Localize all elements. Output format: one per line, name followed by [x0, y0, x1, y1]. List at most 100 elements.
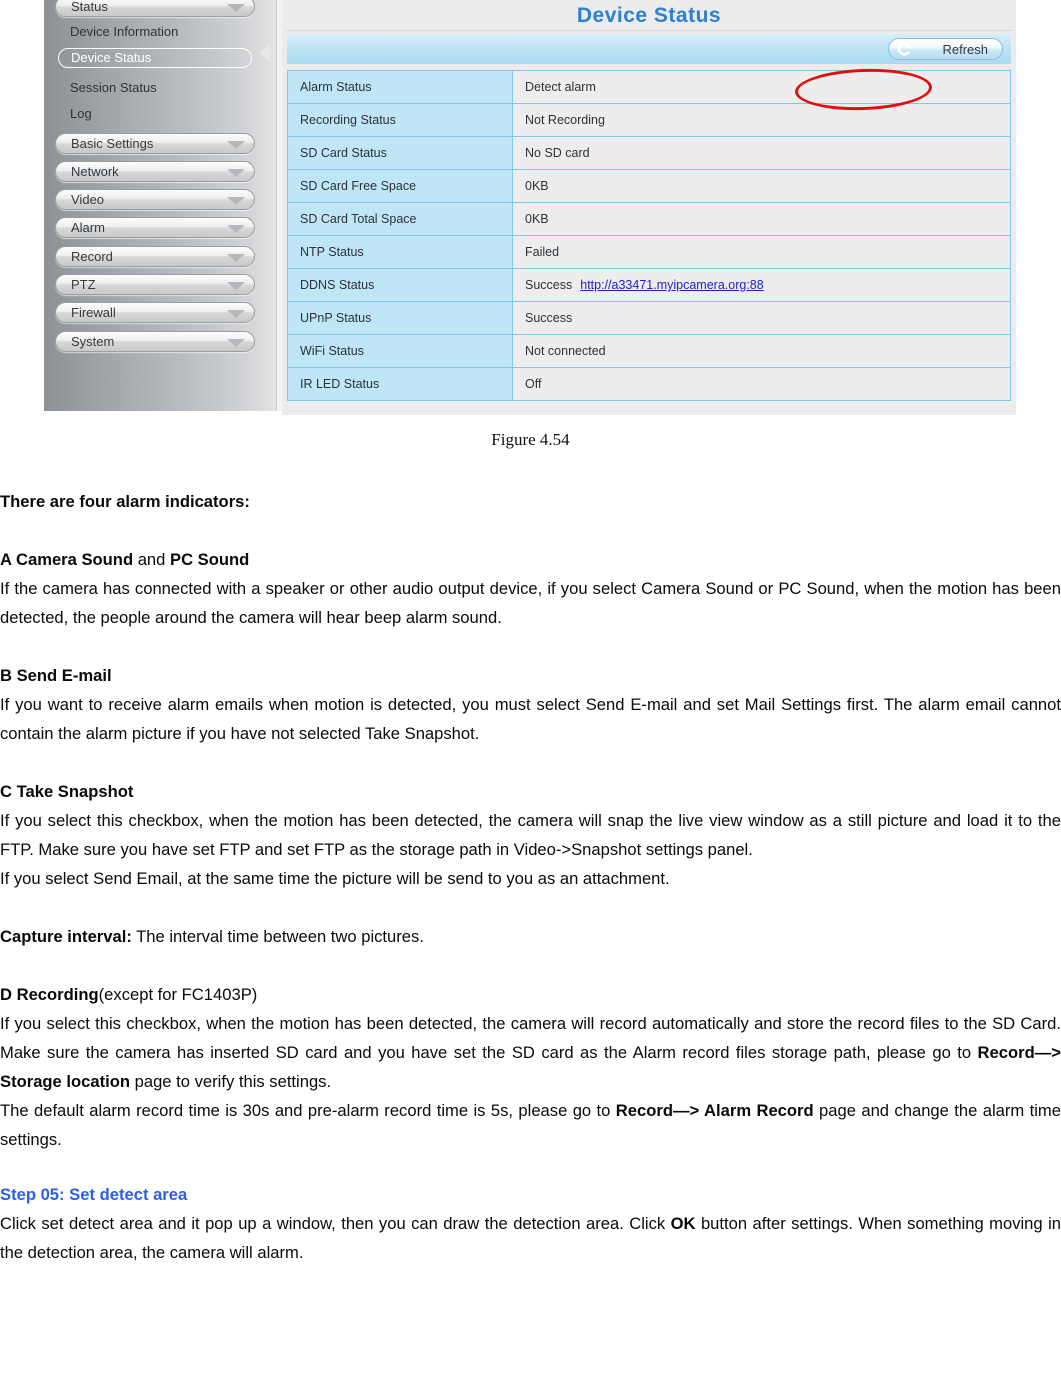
section-c-paragraph-2: If you select Send Email, at the same ti… — [0, 869, 670, 888]
section-d-heading: D Recording(except for FC1403P) — [0, 980, 1061, 1009]
sidebar-menu-label: Firewall — [71, 305, 116, 320]
table-row: WiFi Status Not connected — [287, 334, 1011, 368]
row-value: Detect alarm — [512, 70, 1011, 104]
capture-interval-line: Capture interval: The interval time betw… — [0, 922, 1061, 951]
section-a-paragraph: If the camera has connected with a speak… — [0, 579, 1061, 627]
sidebar-menu-network[interactable]: Network — [55, 161, 255, 182]
device-status-table: Alarm Status Detect alarm Recording Stat… — [287, 70, 1011, 401]
row-label: NTP Status — [287, 235, 513, 269]
section-a-head-mid: and — [133, 550, 171, 569]
camera-sidebar: Status Device Information Device Status … — [44, 0, 276, 413]
sidebar-menu-label: Basic Settings — [71, 136, 154, 151]
toolbar: Refresh — [287, 34, 1011, 64]
intro-heading-text: There are four alarm indicators: — [0, 492, 250, 511]
row-value: 0KB — [512, 202, 1011, 236]
sidebar-menu-alarm[interactable]: Alarm — [55, 217, 255, 238]
sidebar-menu-ptz[interactable]: PTZ — [55, 274, 255, 295]
step-05-heading: Step 05: Set detect area — [0, 1180, 1061, 1209]
row-label: UPnP Status — [287, 301, 513, 335]
sidebar-menu-video[interactable]: Video — [55, 189, 255, 210]
row-value: No SD card — [512, 136, 1011, 170]
section-b-head-text: B Send E-mail — [0, 666, 112, 685]
step-05-head-text: Step 05: Set detect area — [0, 1185, 188, 1204]
section-d-head-note: (except for FC1403P) — [98, 985, 258, 1004]
sidebar-menu-system[interactable]: System — [55, 331, 255, 352]
table-row: SD Card Status No SD card — [287, 136, 1011, 170]
title-divider — [286, 30, 1012, 31]
ddns-status-text: Success — [525, 278, 573, 292]
row-label: SD Card Status — [287, 136, 513, 170]
table-row: NTP Status Failed — [287, 235, 1011, 269]
sidebar-menu-firewall[interactable]: Firewall — [55, 302, 255, 323]
chevron-down-icon — [227, 197, 245, 205]
section-b-paragraph: If you want to receive alarm emails when… — [0, 695, 1061, 743]
sidebar-menu-label: Video — [71, 192, 105, 207]
sidebar-item-device-information[interactable]: Device Information — [70, 24, 178, 39]
chevron-down-icon — [227, 141, 245, 149]
row-label: Recording Status — [287, 103, 513, 137]
row-label: WiFi Status — [287, 334, 513, 368]
row-label: SD Card Free Space — [287, 169, 513, 203]
sidebar-menu-basic-settings[interactable]: Basic Settings — [55, 133, 255, 154]
section-a-head-2: PC Sound — [170, 550, 250, 569]
sidebar-item-device-status[interactable]: Device Status — [58, 48, 252, 68]
sidebar-menu-label: System — [71, 334, 115, 349]
sidebar-item-session-status[interactable]: Session Status — [70, 80, 157, 95]
sidebar-menu-record[interactable]: Record — [55, 246, 255, 267]
row-value: Failed — [512, 235, 1011, 269]
capture-interval-label: Capture interval: — [0, 927, 132, 946]
figure-caption: Figure 4.54 — [491, 430, 570, 449]
section-d-paragraph-2: The default alarm record time is 30s and… — [0, 1096, 1061, 1154]
step-05-paragraph: Click set detect area and it pop up a wi… — [0, 1209, 1061, 1267]
row-value: Success http://a33471.myipcamera.org:88 — [512, 268, 1011, 302]
ddns-url-link[interactable]: http://a33471.myipcamera.org:88 — [580, 278, 763, 292]
sidebar-menu-label: Alarm — [71, 220, 105, 235]
section-d-text-1: If you select this checkbox, when the mo… — [0, 1014, 1061, 1062]
chevron-down-icon — [227, 225, 245, 233]
row-value: Off — [512, 367, 1011, 401]
intro-heading: There are four alarm indicators: — [0, 487, 1061, 516]
chevron-down-icon — [227, 282, 245, 290]
row-label: Alarm Status — [287, 70, 513, 104]
section-c-heading: C Take Snapshot — [0, 777, 1061, 806]
device-status-panel: Device Status Refresh Alarm Status Detec… — [282, 0, 1016, 415]
row-value: Success — [512, 301, 1011, 335]
ok-button-ref: OK — [670, 1214, 696, 1233]
section-c-head-text: C Take Snapshot — [0, 782, 134, 801]
table-row: SD Card Free Space 0KB — [287, 169, 1011, 203]
capture-interval-text: The interval time between two pictures. — [131, 927, 424, 946]
table-row: DDNS Status Success http://a33471.myipcam… — [287, 268, 1011, 302]
refresh-arrow-icon — [896, 41, 913, 58]
sidebar-item-log[interactable]: Log — [70, 106, 92, 121]
table-row: IR LED Status Off — [287, 367, 1011, 401]
section-b-heading: B Send E-mail — [0, 661, 1061, 690]
sidebar-menu-label: Record — [71, 249, 113, 264]
chevron-down-icon — [227, 339, 245, 347]
sidebar-menu-label: PTZ — [71, 277, 96, 292]
section-d-text-3: The default alarm record time is 30s and… — [0, 1101, 616, 1120]
chevron-down-icon — [227, 4, 245, 12]
row-value: Not connected — [512, 334, 1011, 368]
section-d-paragraph-1: If you select this checkbox, when the mo… — [0, 1009, 1061, 1096]
refresh-button[interactable]: Refresh — [888, 38, 1003, 60]
sidebar-menu-status[interactable]: Status — [55, 0, 255, 17]
device-status-screenshot: Status Device Information Device Status … — [44, 0, 1016, 415]
table-row: SD Card Total Space 0KB — [287, 202, 1011, 236]
table-row: Recording Status Not Recording — [287, 103, 1011, 137]
page-title: Device Status — [576, 4, 722, 27]
record-alarm-record-ref: Record—> Alarm Record — [615, 1101, 814, 1120]
row-value: 0KB — [512, 169, 1011, 203]
panel-collapse-arrow-icon[interactable] — [260, 44, 270, 62]
section-c-paragraph: If you select this checkbox, when the mo… — [0, 811, 1061, 859]
row-label: SD Card Total Space — [287, 202, 513, 236]
row-value: Not Recording — [512, 103, 1011, 137]
chevron-down-icon — [227, 169, 245, 177]
section-d-head-text: D Recording — [0, 985, 99, 1004]
section-d-text-2: page to verify this settings. — [130, 1072, 332, 1091]
